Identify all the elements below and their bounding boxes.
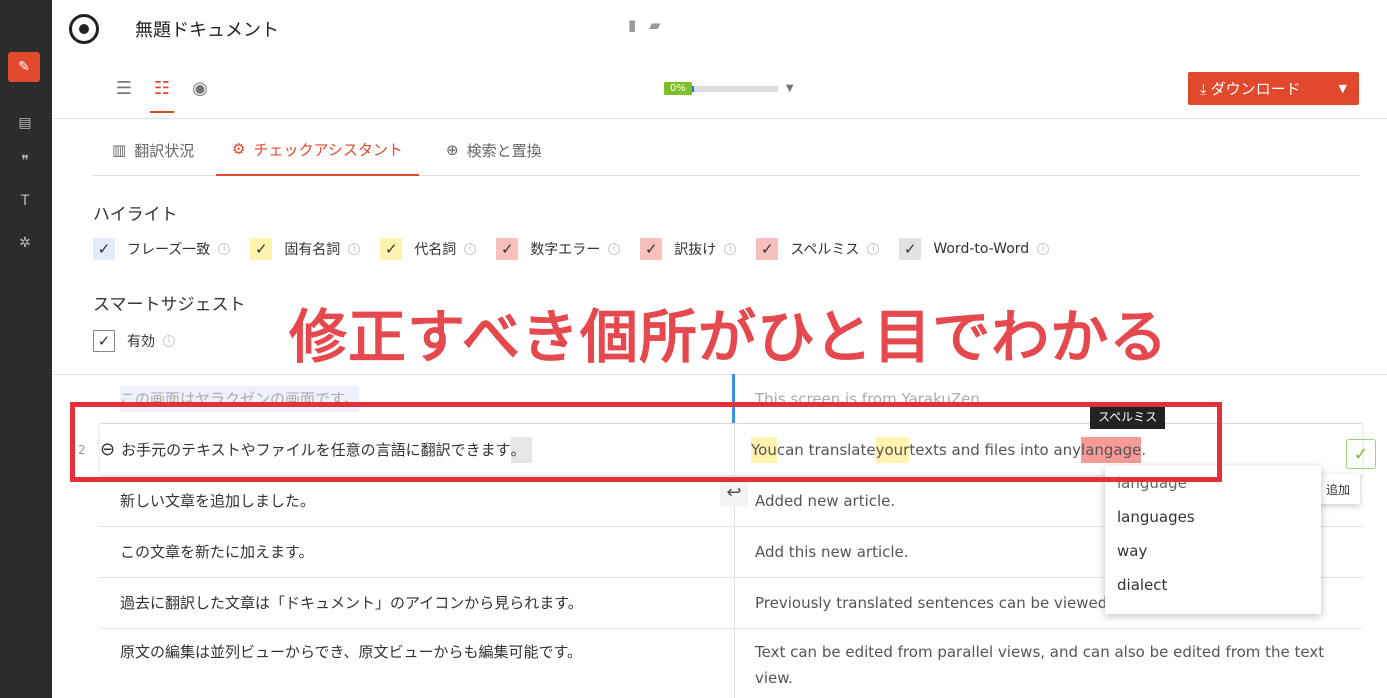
target-text: Previously translated sentences can be v… <box>755 594 1108 612</box>
checkbox-number-error[interactable]: ✓ 数字エラー i <box>496 238 621 260</box>
header-actions: ▮ ▰ <box>628 16 661 34</box>
app-logo-icon <box>69 14 99 44</box>
tab-label: 翻訳状況 <box>134 141 195 160</box>
download-icon: ⤓ <box>1200 79 1207 98</box>
edit-icon[interactable]: ✎ <box>8 52 40 82</box>
check-icon[interactable]: ✓ <box>93 330 115 352</box>
smart-suggest-heading: スマートサジェスト <box>93 295 246 315</box>
checkbox-label: 固有名詞 <box>284 242 341 258</box>
confirm-check-icon[interactable]: ✓ <box>1346 439 1376 469</box>
progress-percent: 0% <box>664 82 692 95</box>
document-title[interactable]: 無題ドキュメント <box>135 16 279 42</box>
suggestion-dropdown: language languages way dialect <box>1105 466 1321 614</box>
parallel-view-icon[interactable]: ☷ <box>150 78 174 113</box>
suggestion-item[interactable]: way <box>1105 534 1321 568</box>
search-icon: ⊕ <box>446 141 459 159</box>
suggestion-item[interactable]: languages <box>1105 500 1321 534</box>
preview-eye-icon[interactable]: ◉ <box>188 78 212 113</box>
download-label: ダウンロード <box>1210 80 1301 98</box>
highlight-frame <box>70 402 1222 482</box>
checkbox-spelling[interactable]: ✓ スペルミス i <box>756 238 880 260</box>
check-icon[interactable]: ✓ <box>756 238 779 260</box>
bar-chart-icon: ▥ <box>112 141 127 159</box>
checkbox-omission[interactable]: ✓ 訳抜け i <box>640 238 737 260</box>
add-button[interactable]: 追加 <box>1316 474 1360 504</box>
chevron-down-icon[interactable]: ▼ <box>1339 82 1347 95</box>
view-switcher: ☰ ☷ ◉ <box>112 78 212 113</box>
source-text: この文章を新たに加えます。 <box>120 543 314 561</box>
check-icon[interactable]: ✓ <box>496 238 519 260</box>
check-icon[interactable]: ✓ <box>380 238 403 260</box>
check-icon[interactable]: ✓ <box>640 238 663 260</box>
target-text: Add this new article. <box>755 543 909 561</box>
highlight-checkboxes: ✓ フレーズ一致 i ✓ 固有名詞 i ✓ 代名詞 i ✓ 数字エラー i ✓ … <box>93 238 1069 260</box>
text-view-icon[interactable]: ☰ <box>112 78 136 113</box>
folder-icon[interactable]: ▰ <box>649 16 661 34</box>
progress-indicator[interactable]: 0% ▼ <box>664 82 794 95</box>
info-icon[interactable]: i <box>1037 243 1050 255</box>
chevron-down-icon[interactable]: ▼ <box>786 83 794 94</box>
checkbox-enabled[interactable]: ✓ 有効 i <box>93 330 175 352</box>
left-rail: ✎ ▤ ❞ T ✲ <box>0 0 52 698</box>
text-format-icon[interactable]: T <box>14 190 36 212</box>
table-row[interactable]: 原文の編集は並列ビューからでき、原文ビューからも編集可能です。 Text can… <box>100 629 1362 698</box>
checkbox-label: 訳抜け <box>674 242 717 258</box>
info-icon[interactable]: i <box>218 243 231 255</box>
info-icon[interactable]: i <box>464 243 477 255</box>
source-text: 原文の編集は並列ビューからでき、原文ビューからも編集可能です。 <box>120 643 583 661</box>
info-icon[interactable]: i <box>867 243 880 255</box>
target-text: Added new article. <box>755 492 896 510</box>
checkbox-phrase-match[interactable]: ✓ フレーズ一致 i <box>93 238 231 260</box>
check-icon[interactable]: ✓ <box>250 238 273 260</box>
source-text: 過去に翻訳した文章は「ドキュメント」のアイコンから見られます。 <box>120 594 583 612</box>
source-text: 新しい文章を追加しました。 <box>120 492 316 510</box>
source-cell[interactable]: 新しい文章を追加しました。 <box>100 476 735 526</box>
source-cell[interactable]: 過去に翻訳した文章は「ドキュメント」のアイコンから見られます。 <box>100 578 735 628</box>
tab-translation-status[interactable]: ▥ 翻訳状況 <box>112 124 194 176</box>
checkbox-label: スペルミス <box>790 242 860 258</box>
return-arrow-icon[interactable]: ↩ <box>720 478 748 506</box>
document-icon[interactable]: ▤ <box>14 112 36 134</box>
checkbox-label: フレーズ一致 <box>127 242 211 258</box>
overlay-banner: 修正すべき個所がひと目でわかる <box>289 303 1169 371</box>
bookmark-icon[interactable]: ▮ <box>628 16 636 34</box>
info-icon[interactable]: i <box>348 243 361 255</box>
suggestion-item[interactable]: dialect <box>1105 568 1321 602</box>
tab-search-replace[interactable]: ⊕ 検索と置換 <box>446 124 542 176</box>
progress-fill <box>691 85 694 92</box>
highlight-heading: ハイライト <box>93 205 178 225</box>
source-cell[interactable]: この文章を新たに加えます。 <box>100 527 735 577</box>
checkbox-label: 数字エラー <box>530 242 601 258</box>
info-icon[interactable]: i <box>163 335 175 347</box>
checkbox-word-to-word[interactable]: ✓ Word-to-Word i <box>899 238 1050 260</box>
gear-icon[interactable]: ✲ <box>14 232 36 254</box>
checkbox-pronoun[interactable]: ✓ 代名詞 i <box>380 238 477 260</box>
target-cell[interactable]: Text can be edited from parallel views, … <box>735 629 1362 698</box>
download-button[interactable]: ⤓ ダウンロード ▼ <box>1188 72 1359 105</box>
tab-label: チェックアシスタント <box>253 140 403 159</box>
main: 無題ドキュメント ▮ ▰ ☰ ☷ ◉ 0% ▼ ⤓ ダウンロード ▼ ▥ 翻訳状… <box>52 0 1387 698</box>
sliders-icon: ⚙ <box>232 140 246 158</box>
check-icon[interactable]: ✓ <box>899 238 922 260</box>
quote-icon[interactable]: ❞ <box>14 150 36 172</box>
check-icon[interactable]: ✓ <box>93 238 115 260</box>
smart-suggest-checkbox: ✓ 有効 i <box>93 330 195 352</box>
progress-bar <box>691 85 778 92</box>
target-text: Text can be edited from parallel views, … <box>755 643 1325 687</box>
divider <box>52 118 1387 119</box>
info-icon[interactable]: i <box>724 243 737 255</box>
source-cell[interactable]: 原文の編集は並列ビューからでき、原文ビューからも編集可能です。 <box>100 629 735 698</box>
tab-label: 検索と置換 <box>466 141 542 160</box>
checkbox-proper-noun[interactable]: ✓ 固有名詞 i <box>250 238 361 260</box>
tab-bar: ▥ 翻訳状況 ⚙ チェックアシスタント ⊕ 検索と置換 <box>92 124 1360 176</box>
checkbox-label: 代名詞 <box>414 242 457 258</box>
info-icon[interactable]: i <box>608 243 621 255</box>
checkbox-label: Word-to-Word <box>933 241 1030 257</box>
tab-check-assistant[interactable]: ⚙ チェックアシスタント <box>216 124 419 176</box>
checkbox-label: 有効 <box>127 334 155 350</box>
